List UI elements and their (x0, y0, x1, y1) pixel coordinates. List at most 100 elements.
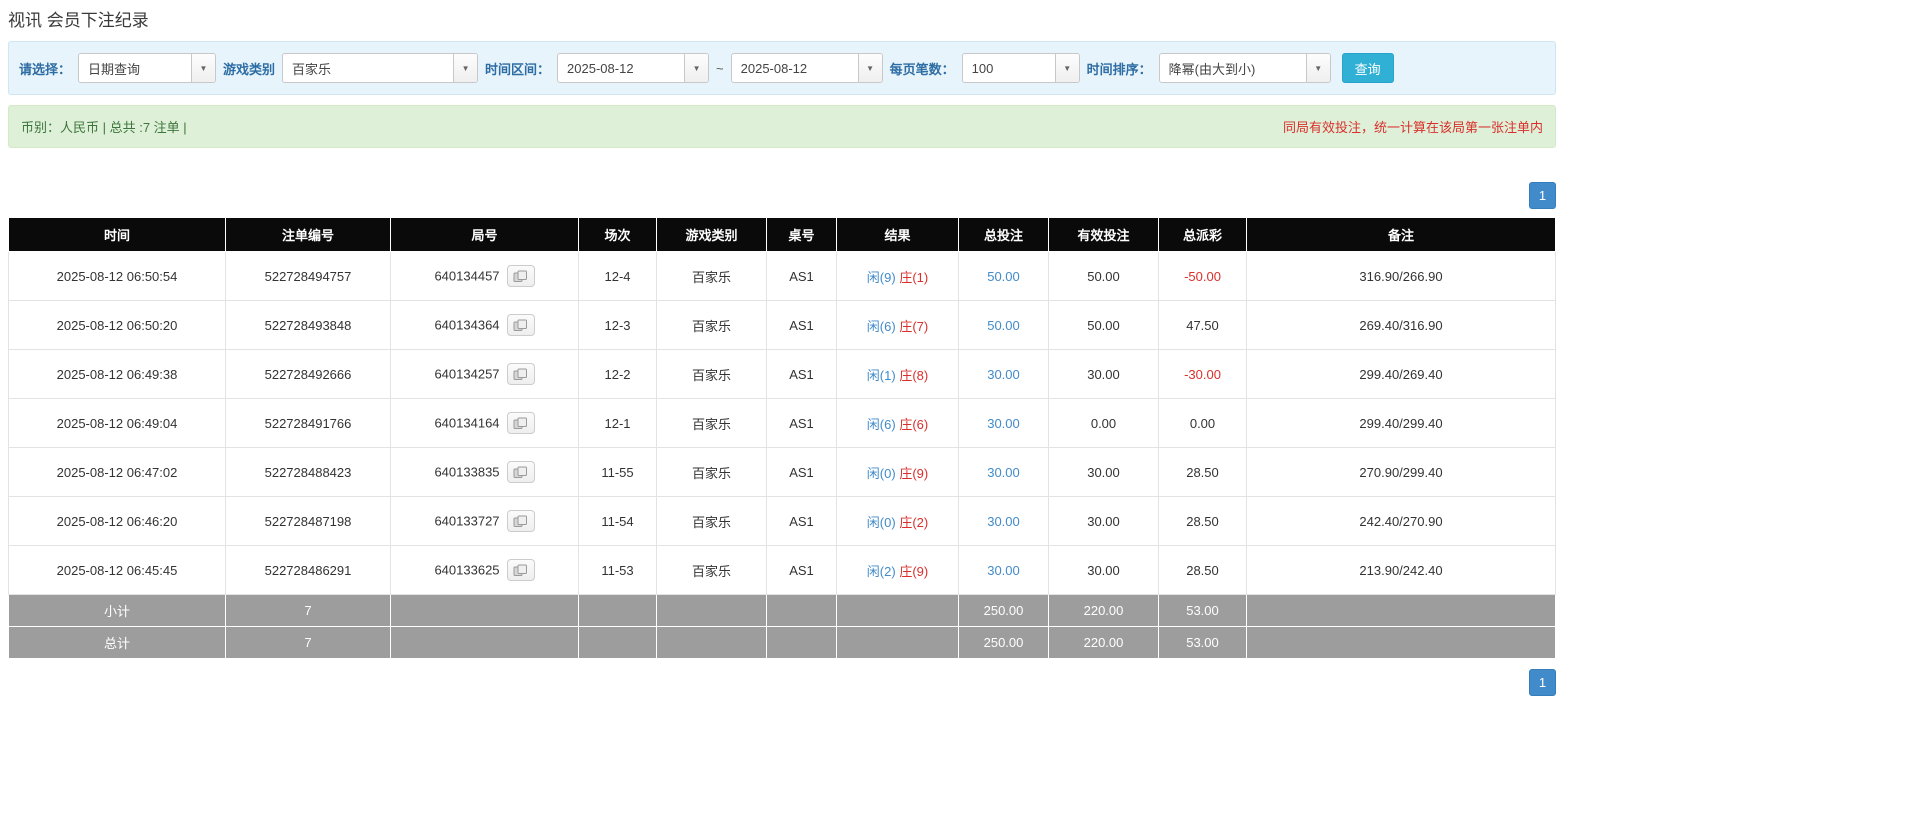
cell-game-type: 百家乐 (657, 546, 767, 595)
cell-time: 2025-08-12 06:49:04 (9, 399, 226, 448)
total-bet-link[interactable]: 30.00 (987, 514, 1020, 529)
result-banker: 庄(7) (899, 319, 928, 334)
cell-time: 2025-08-12 06:47:02 (9, 448, 226, 497)
table-row: 2025-08-12 06:49:04522728491766640134164… (9, 399, 1556, 448)
per-page-label: 每页笔数： (890, 59, 955, 78)
cell-payout: 28.50 (1159, 546, 1247, 595)
cell-session: 12-1 (579, 399, 657, 448)
valid-bet-notice: 同局有效投注，统一计算在该局第一张注单内 (1283, 117, 1543, 136)
total-bet-link[interactable]: 30.00 (987, 465, 1020, 480)
empty-cell (1247, 595, 1556, 627)
result-player: 闲(6) (867, 319, 896, 334)
cell-valid-bet: 30.00 (1049, 448, 1159, 497)
page-title: 视讯 会员下注纪录 (8, 2, 1556, 41)
date-from-select[interactable]: 2025-08-12 ▼ (557, 53, 709, 83)
page-1-button[interactable]: 1 (1529, 182, 1556, 209)
query-type-select[interactable]: 日期查询 ▼ (78, 53, 216, 83)
result-player: 闲(1) (867, 368, 896, 383)
chevron-down-icon[interactable]: ▼ (191, 54, 215, 82)
cell-note: 213.90/242.40 (1247, 546, 1556, 595)
cell-total-bet: 50.00 (959, 301, 1049, 350)
table-header-row: 时间注单编号局号场次游戏类别桌号结果总投注有效投注总派彩备注 (9, 218, 1556, 252)
round-number: 640134257 (434, 367, 499, 382)
round-number: 640133727 (434, 514, 499, 529)
cell-result: 闲(0) 庄(9) (837, 448, 959, 497)
cards-glyph (513, 515, 528, 528)
game-type-value: 百家乐 (283, 54, 453, 82)
cell-payout: 28.50 (1159, 497, 1247, 546)
total-bet-link[interactable]: 30.00 (987, 563, 1020, 578)
column-header: 游戏类别 (657, 218, 767, 252)
date-to-select[interactable]: 2025-08-12 ▼ (731, 53, 883, 83)
table-body: 2025-08-12 06:50:54522728494757640134457… (9, 252, 1556, 595)
cell-result: 闲(6) 庄(7) (837, 301, 959, 350)
total-total-bet: 250.00 (959, 627, 1049, 659)
cell-game-type: 百家乐 (657, 399, 767, 448)
cell-session: 11-53 (579, 546, 657, 595)
sort-select[interactable]: 降幂(由大到小) ▼ (1159, 53, 1331, 83)
cell-bet-id: 522728488423 (226, 448, 391, 497)
filter-bar: 请选择： 日期查询 ▼ 游戏类别 百家乐 ▼ 时间区间： 2025-08-12 … (8, 41, 1556, 95)
cell-total-bet: 30.00 (959, 497, 1049, 546)
cell-table-no: AS1 (767, 497, 837, 546)
subtotal-row: 小计 7 250.00 220.00 53.00 (9, 595, 1556, 627)
game-type-select[interactable]: 百家乐 ▼ (282, 53, 478, 83)
chevron-down-icon[interactable]: ▼ (858, 54, 882, 82)
per-page-select[interactable]: 100 ▼ (962, 53, 1080, 83)
table-row: 2025-08-12 06:50:54522728494757640134457… (9, 252, 1556, 301)
empty-cell (579, 595, 657, 627)
total-bet-link[interactable]: 30.00 (987, 416, 1020, 431)
round-number: 640133835 (434, 465, 499, 480)
view-cards-icon[interactable] (507, 363, 535, 385)
cards-glyph (513, 270, 528, 283)
cell-bet-id: 522728493848 (226, 301, 391, 350)
cell-bet-id: 522728486291 (226, 546, 391, 595)
cell-time: 2025-08-12 06:50:54 (9, 252, 226, 301)
table-row: 2025-08-12 06:47:02522728488423 640133835… (9, 448, 1556, 497)
view-cards-icon[interactable] (507, 412, 535, 434)
total-bet-link[interactable]: 50.00 (987, 318, 1020, 333)
cell-total-bet: 30.00 (959, 350, 1049, 399)
total-payout: 53.00 (1159, 627, 1247, 659)
chevron-down-icon[interactable]: ▼ (453, 54, 477, 82)
result-banker: 庄(9) (899, 564, 928, 579)
column-header: 注单编号 (226, 218, 391, 252)
column-header: 有效投注 (1049, 218, 1159, 252)
search-button[interactable]: 查询 (1342, 53, 1394, 83)
column-header: 备注 (1247, 218, 1556, 252)
view-cards-icon[interactable] (507, 461, 535, 483)
column-header: 时间 (9, 218, 226, 252)
result-banker: 庄(8) (899, 368, 928, 383)
chevron-down-icon[interactable]: ▼ (684, 54, 708, 82)
view-cards-icon[interactable] (507, 510, 535, 532)
round-number: 640134457 (434, 269, 499, 284)
view-cards-icon[interactable] (507, 559, 535, 581)
cell-valid-bet: 50.00 (1049, 252, 1159, 301)
view-cards-icon[interactable] (507, 265, 535, 287)
query-type-label: 请选择： (19, 59, 71, 78)
view-cards-icon[interactable] (507, 314, 535, 336)
cell-round-id: 640133625 (391, 546, 579, 595)
cell-valid-bet: 50.00 (1049, 301, 1159, 350)
cards-glyph (513, 319, 528, 332)
cell-game-type: 百家乐 (657, 448, 767, 497)
cell-game-type: 百家乐 (657, 497, 767, 546)
cell-result: 闲(6) 庄(6) (837, 399, 959, 448)
chevron-down-icon[interactable]: ▼ (1306, 54, 1330, 82)
currency-total-text: 币别：人民币 | 总共 :7 注单 | (21, 117, 187, 136)
total-valid-bet: 220.00 (1049, 627, 1159, 659)
chevron-down-icon[interactable]: ▼ (1055, 54, 1079, 82)
cell-note: 316.90/266.90 (1247, 252, 1556, 301)
total-bet-link[interactable]: 50.00 (987, 269, 1020, 284)
cell-round-id: 640133835 (391, 448, 579, 497)
cell-table-no: AS1 (767, 350, 837, 399)
bet-records-table: 时间注单编号局号场次游戏类别桌号结果总投注有效投注总派彩备注 2025-08-1… (8, 217, 1556, 659)
result-player: 闲(0) (867, 466, 896, 481)
table-row: 2025-08-12 06:49:38522728492666640134257… (9, 350, 1556, 399)
cell-total-bet: 30.00 (959, 546, 1049, 595)
column-header: 场次 (579, 218, 657, 252)
page-1-button[interactable]: 1 (1529, 669, 1556, 696)
total-bet-link[interactable]: 30.00 (987, 367, 1020, 382)
table-row: 2025-08-12 06:45:45522728486291640133625… (9, 546, 1556, 595)
subtotal-total-bet: 250.00 (959, 595, 1049, 627)
